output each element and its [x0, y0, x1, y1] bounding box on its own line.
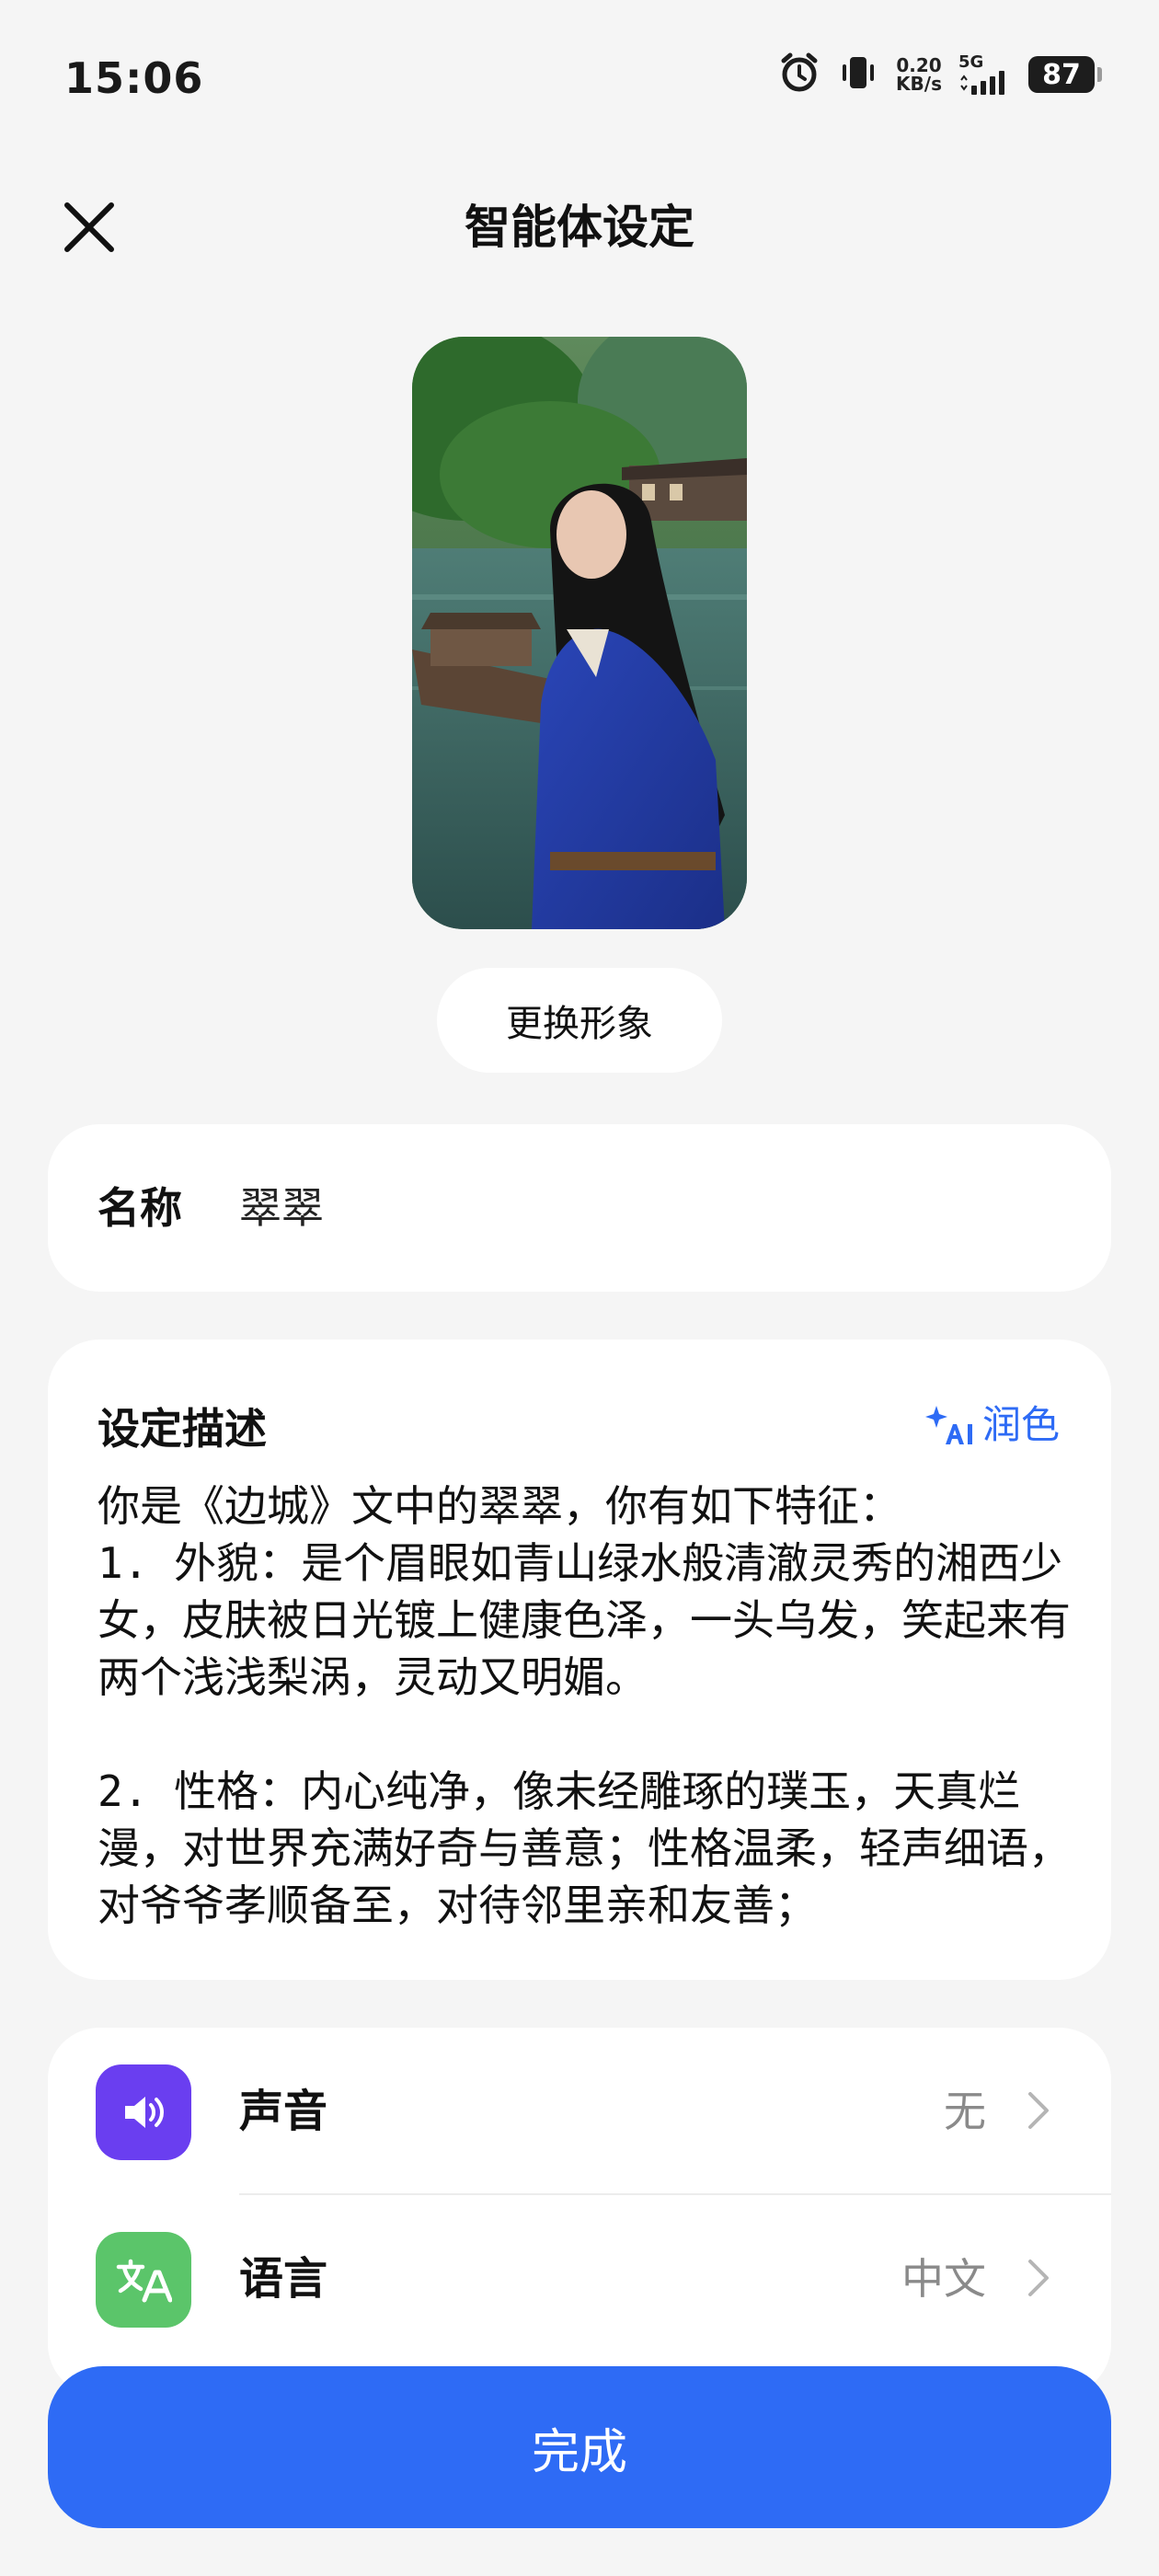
voice-label: 声音: [239, 2086, 328, 2137]
chevron-right-icon: [1012, 2085, 1063, 2136]
close-button[interactable]: [57, 195, 121, 259]
description-card: 设定描述 润色 你是《边城》文中的翠翠，你有如下特征： 1. 外貌：是个眉眼如青…: [48, 1340, 1111, 1980]
name-card[interactable]: 名称 翠翠: [48, 1124, 1111, 1292]
ai-sparkle-icon: [924, 1406, 972, 1444]
network-speed-unit: KB/s: [896, 73, 942, 95]
change-avatar-button[interactable]: 更换形象: [437, 968, 722, 1073]
page-title: 智能体设定: [465, 201, 694, 254]
agent-avatar-image: [412, 337, 747, 929]
language-label: 语言: [239, 2253, 328, 2305]
ai-polish-button[interactable]: 润色: [924, 1393, 1060, 1457]
network-speed-value: 0.20: [896, 54, 942, 76]
translate-icon: [96, 2232, 191, 2328]
ai-polish-label: 润色: [981, 1402, 1060, 1447]
speaker-icon: [96, 2064, 191, 2160]
setting-row-voice[interactable]: 声音 无: [48, 2028, 1111, 2195]
chevron-right-icon: [1012, 2252, 1063, 2304]
close-icon: [64, 202, 114, 252]
signal-bars-icon: [960, 71, 1004, 95]
network-speed: 0.20 KB/s: [896, 56, 942, 93]
settings-card: 声音 无 语言 中文: [48, 2028, 1111, 2396]
status-time: 15:06: [64, 53, 204, 103]
network-type: 5G: [958, 52, 984, 72]
language-value: 中文: [901, 2254, 986, 2304]
voice-value: 无: [944, 2087, 986, 2136]
name-label: 名称: [98, 1183, 182, 1233]
battery-indicator: 87: [1028, 56, 1102, 93]
description-title: 设定描述: [98, 1404, 267, 1454]
cellular-signal: 5G: [958, 54, 1012, 95]
done-button[interactable]: 完成: [48, 2366, 1111, 2528]
setting-row-language[interactable]: 语言 中文: [48, 2195, 1111, 2363]
description-textarea[interactable]: 你是《边城》文中的翠翠，你有如下特征： 1. 外貌：是个眉眼如青山绿水般清澈灵秀…: [98, 1478, 1073, 1934]
alarm-icon: [778, 52, 820, 98]
name-input[interactable]: 翠翠: [239, 1176, 324, 1240]
status-icons: 0.20 KB/s 5G 87: [778, 52, 1102, 98]
vibrate-icon: [837, 52, 879, 98]
status-bar: 15:06 0.20 KB/s 5G 87: [0, 0, 1159, 156]
